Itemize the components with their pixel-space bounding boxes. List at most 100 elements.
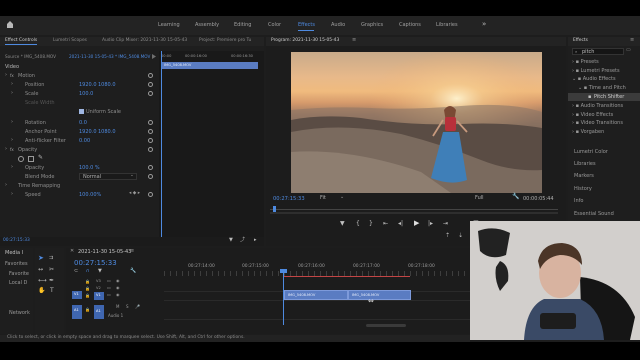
effects-menu-icon[interactable]: ≡	[630, 38, 634, 43]
reset-motion-icon[interactable]	[148, 73, 153, 78]
add-marker-icon[interactable]: ▼	[340, 221, 345, 227]
expand-motion-icon[interactable]: ›	[5, 73, 7, 78]
tree-video-effects[interactable]: › ▪ Video Effects	[572, 113, 613, 118]
play-icon[interactable]: ▶	[414, 220, 419, 227]
more-workspaces-icon[interactable]: »	[482, 21, 486, 28]
ripple-edit-tool-icon[interactable]: ↔	[38, 267, 43, 273]
scale-value[interactable]: 100.0	[79, 92, 93, 97]
stopwatch-antiflicker-icon[interactable]: ›	[11, 138, 13, 143]
stopwatch-opacity-icon[interactable]: ›	[11, 165, 13, 170]
source-label[interactable]: Source * IMG_5408.MOV	[5, 54, 56, 59]
timeline-clip-2[interactable]: IMG_5408.MOV	[348, 290, 411, 300]
tree-lumetri-presets[interactable]: › ▪ Lumetri Presets	[572, 69, 620, 74]
tab-audio-clip-mixer[interactable]: Audio Clip Mixer: 2021-11-30 15-05-43	[102, 38, 187, 43]
section-info[interactable]: Info	[574, 199, 583, 204]
sync-v3-icon[interactable]: ▭	[107, 279, 111, 283]
stopwatch-rotation-icon[interactable]: ›	[11, 120, 13, 125]
timeline-close-icon[interactable]: ✕	[70, 249, 74, 254]
workspace-captions[interactable]: Captions	[399, 23, 421, 28]
position-x-value[interactable]: 1920.0	[79, 83, 97, 88]
target-v1-button[interactable]: V1	[72, 291, 82, 299]
favorites-header[interactable]: Favorites	[5, 262, 28, 267]
tree-vorgaben[interactable]: › ▪ Vorgaben	[572, 130, 604, 135]
lock-v3-icon[interactable]: 🔒	[85, 280, 90, 284]
timeline-title[interactable]: 2021-11-30 15-05-43	[78, 250, 131, 255]
reset-anchor-icon[interactable]	[148, 129, 153, 134]
reset-antiflicker-icon[interactable]	[148, 138, 153, 143]
ec-nav-arrow-icon[interactable]	[152, 54, 156, 59]
network-item[interactable]: Network	[9, 311, 30, 316]
mute-a1-icon[interactable]: M	[116, 305, 119, 309]
tree-audio-transitions[interactable]: › ▪ Audio Transitions	[572, 104, 623, 109]
reset-position-icon[interactable]	[148, 82, 153, 87]
rotation-value[interactable]: 0.0	[79, 121, 87, 126]
mic-a1-icon[interactable]: 🎤	[135, 305, 140, 309]
section-libraries[interactable]: Libraries	[574, 162, 596, 167]
blend-mode-select[interactable]: Normal ⌄	[79, 173, 137, 180]
mini-playhead[interactable]	[161, 51, 162, 237]
timeline-scrollbar[interactable]	[366, 324, 406, 327]
workspace-audio[interactable]: Audio	[331, 23, 345, 28]
antiflicker-value[interactable]: 0.00	[79, 139, 90, 144]
slip-tool-icon[interactable]: ⟷	[38, 278, 47, 284]
program-video-frame[interactable]	[291, 52, 542, 193]
reset-scale-icon[interactable]	[148, 91, 153, 96]
step-forward-icon[interactable]: |▸	[428, 221, 433, 227]
workspace-learning[interactable]: Learning	[158, 23, 180, 28]
tree-time-and-pitch[interactable]: ⌄ ▪ Time and Pitch	[578, 86, 626, 91]
ec-timecode[interactable]: 00:27:15:33	[3, 238, 30, 243]
anchor-x-value[interactable]: 1920.0	[79, 130, 97, 135]
workspace-effects[interactable]: Effects	[298, 23, 315, 28]
anchor-y-value[interactable]: 1080.0	[98, 130, 116, 135]
add-marker-icon[interactable]: ▼	[98, 269, 102, 274]
media-browser-title[interactable]: Media I	[5, 251, 23, 256]
opacity-value[interactable]: 100.0 %	[79, 166, 100, 171]
export-icon[interactable]: ⤴	[240, 238, 245, 243]
go-to-in-icon[interactable]: ⇤	[383, 221, 388, 227]
tab-effects[interactable]: Effects	[573, 38, 588, 43]
workspace-editing[interactable]: Editing	[234, 23, 251, 28]
workspace-color[interactable]: Color	[268, 23, 281, 28]
track-v1-label-box[interactable]: V1	[94, 292, 104, 300]
track-select-tool-icon[interactable]: ⇉	[49, 256, 53, 261]
tree-audio-effects[interactable]: ⌄ ▪ Audio Effects	[572, 77, 616, 82]
program-scrubber[interactable]	[270, 206, 558, 214]
full-select[interactable]: Full	[473, 195, 497, 202]
uniform-scale-checkbox[interactable]	[79, 109, 84, 114]
razor-tool-icon[interactable]: ✂	[49, 267, 54, 273]
section-lumetri-color[interactable]: Lumetri Color	[574, 150, 608, 155]
timeline-playhead[interactable]	[280, 269, 287, 325]
stopwatch-speed-icon[interactable]: ›	[11, 192, 13, 197]
sync-v1-icon[interactable]: ▭	[107, 293, 111, 297]
step-back-icon[interactable]: ◂|	[398, 221, 403, 227]
ec-mini-timeline[interactable]: 00:00 00:00:16:00 00:00:16:30 IMG_5408.M…	[159, 51, 264, 237]
track-a1-label-box[interactable]: A1	[94, 305, 104, 319]
lift-icon[interactable]: ⇡	[445, 233, 450, 239]
tab-lumetri-scopes[interactable]: Lumetri Scopes	[53, 38, 87, 43]
track-v3-label-box[interactable]: V3	[94, 279, 104, 286]
expand-opacity-icon[interactable]: ›	[5, 147, 7, 152]
type-tool-icon[interactable]: T	[50, 288, 54, 294]
extract-icon[interactable]: ⇣	[458, 233, 463, 239]
section-history[interactable]: History	[574, 187, 592, 192]
playhead-handle[interactable]	[280, 269, 287, 273]
linked-selection-icon[interactable]: ∩	[86, 269, 90, 274]
filter-icon[interactable]: ▼	[229, 238, 233, 243]
tab-program[interactable]: Program: 2021-11-30 15-05-43	[271, 38, 339, 43]
timeline-clip-1[interactable]: IMG_5408.MOV	[284, 290, 348, 300]
keyframe-nav-icon[interactable]: ◂ ◆ ▸	[129, 191, 140, 197]
program-timecode[interactable]: 00:27:15:33	[273, 196, 305, 202]
selection-tool-icon[interactable]: ➤	[38, 255, 44, 262]
rectangle-mask-icon[interactable]	[28, 156, 34, 162]
eye-v2-icon[interactable]: ◉	[116, 286, 120, 290]
go-to-out-icon[interactable]: ⇥	[443, 221, 448, 227]
mini-clip[interactable]: IMG_5408.MOV	[162, 62, 258, 69]
hand-tool-icon[interactable]: ✋	[38, 288, 45, 294]
reset-blend-icon[interactable]	[148, 174, 153, 179]
home-icon[interactable]	[6, 20, 14, 29]
favorites-item[interactable]: Favorite	[9, 272, 29, 277]
effects-search[interactable]: ⌕ pitch	[572, 48, 624, 55]
lock-v1-icon[interactable]: 🔒	[85, 294, 90, 298]
pen-mask-icon[interactable]: ✎	[38, 155, 43, 161]
tree-presets[interactable]: › ▪ Presets	[572, 60, 599, 65]
